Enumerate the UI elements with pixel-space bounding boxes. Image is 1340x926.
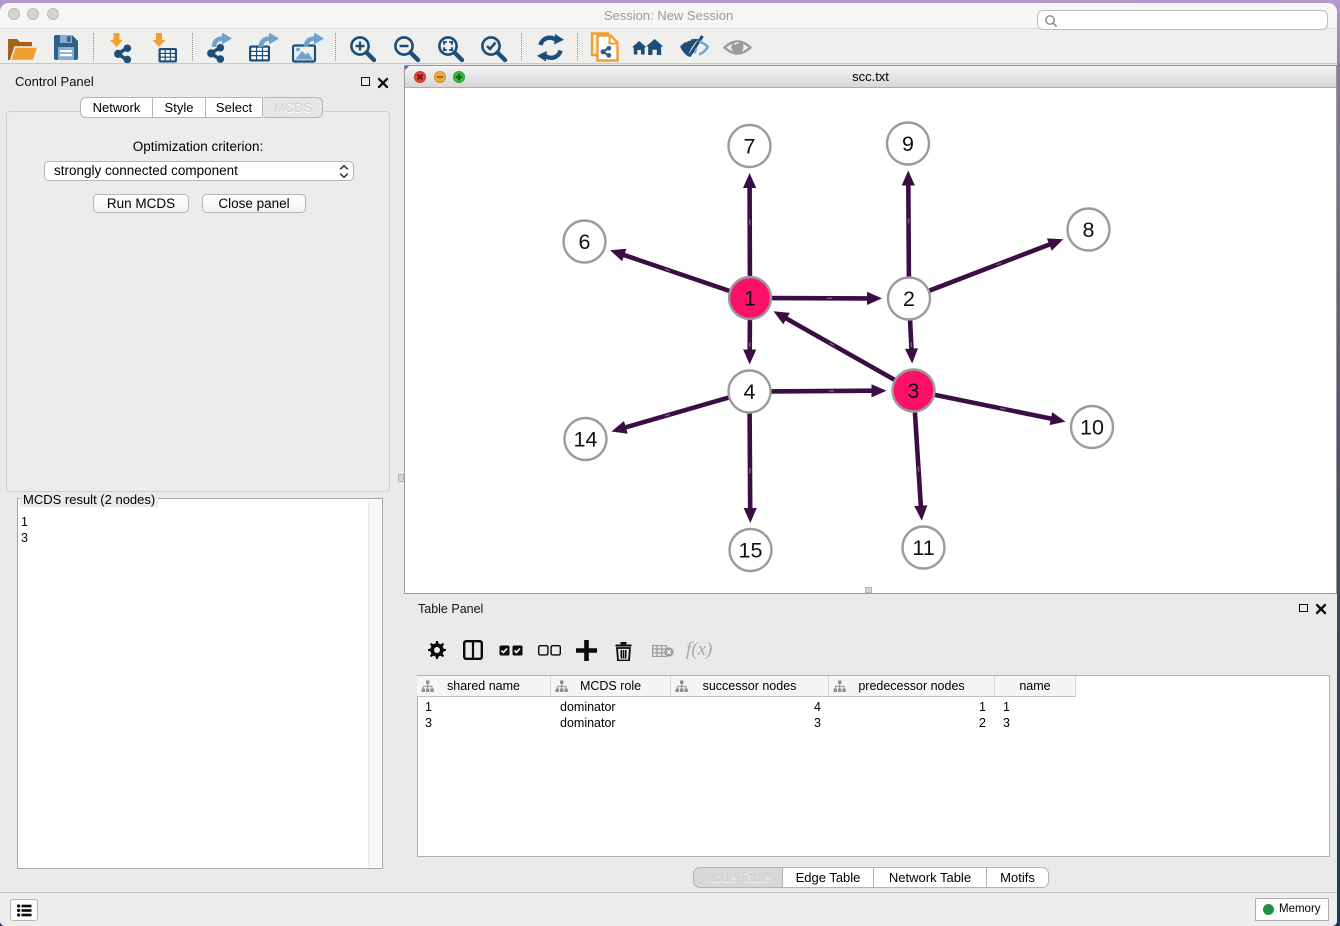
svg-text:6: 6 [579,230,591,254]
svg-text:11: 11 [912,536,934,560]
svg-text:9: 9 [902,132,914,156]
svg-text:2: 2 [903,287,915,311]
svg-text:14: 14 [574,428,598,452]
svg-text:8: 8 [1083,218,1095,242]
svg-text:3: 3 [908,379,920,403]
svg-text:10: 10 [1080,416,1104,440]
svg-text:4: 4 [744,380,756,404]
svg-text:15: 15 [739,539,763,563]
svg-text:1: 1 [744,287,756,311]
svg-text:7: 7 [744,135,756,159]
